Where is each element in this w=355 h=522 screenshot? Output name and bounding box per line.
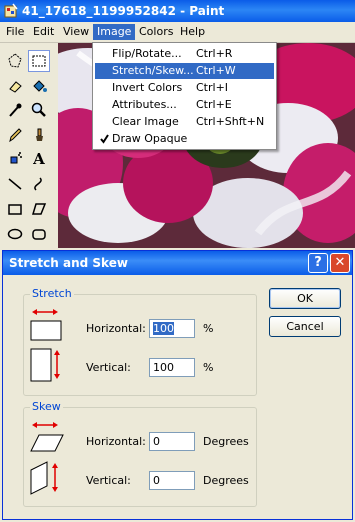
checkmark-icon <box>100 134 109 144</box>
select-icon[interactable] <box>28 50 50 72</box>
eraser-icon[interactable] <box>4 75 26 97</box>
text-icon[interactable]: A <box>28 148 50 170</box>
menu-flip-rotate[interactable]: Flip/Rotate... Ctrl+R <box>95 46 274 62</box>
skew-vertical-icon <box>30 461 58 495</box>
stretch-horizontal-label: Horizontal: <box>86 322 146 335</box>
stretch-vertical-unit: % <box>203 361 214 374</box>
menu-stretch-skew[interactable]: Stretch/Skew... Ctrl+W <box>95 63 274 79</box>
skew-group-label: Skew <box>30 400 63 413</box>
stretch-horizontal-input[interactable]: 100 <box>149 319 195 338</box>
stretch-vertical-label: Vertical: <box>86 361 131 374</box>
menu-colors[interactable]: Colors <box>135 24 177 40</box>
stretch-horizontal-icon <box>30 309 62 341</box>
menu-attributes[interactable]: Attributes... Ctrl+E <box>95 97 274 113</box>
skew-group: Skew Horizontal: 0 Degrees Vertical: 0 D… <box>23 400 257 507</box>
pencil-icon[interactable] <box>4 124 26 146</box>
stretch-skew-dialog: Stretch and Skew ? ✕ Stretch Horizontal:… <box>2 250 353 520</box>
fill-icon[interactable] <box>28 75 50 97</box>
menu-bar: File Edit View Image Colors Help <box>0 22 355 43</box>
close-icon: ✕ <box>334 255 346 270</box>
line-icon[interactable] <box>4 173 26 195</box>
magnifier-icon[interactable] <box>28 99 50 121</box>
dialog-title: Stretch and Skew <box>9 256 128 270</box>
menu-invert-colors[interactable]: Invert Colors Ctrl+I <box>95 80 274 96</box>
menu-edit[interactable]: Edit <box>29 24 58 40</box>
rectangle-icon[interactable] <box>4 198 26 220</box>
rounded-rect-icon[interactable] <box>28 223 50 245</box>
stretch-horizontal-unit: % <box>203 322 214 335</box>
curve-icon[interactable] <box>28 173 50 195</box>
color-picker-icon[interactable] <box>4 99 26 121</box>
menu-help[interactable]: Help <box>176 24 209 40</box>
paint-app-icon <box>4 3 18 18</box>
free-select-icon[interactable] <box>4 50 26 72</box>
skew-vertical-input[interactable]: 0 <box>149 471 195 490</box>
ellipse-icon[interactable] <box>4 223 26 245</box>
stretch-vertical-input[interactable]: 100 <box>149 358 195 377</box>
skew-horizontal-input[interactable]: 0 <box>149 432 195 451</box>
menu-image[interactable]: Image <box>93 24 136 40</box>
brush-icon[interactable] <box>28 124 50 146</box>
skew-vertical-label: Vertical: <box>86 474 131 487</box>
help-button[interactable]: ? <box>308 253 328 273</box>
image-menu-dropdown: Flip/Rotate... Ctrl+R Stretch/Skew... Ct… <box>92 42 277 150</box>
menu-draw-opaque[interactable]: Draw Opaque <box>95 131 274 147</box>
menu-file[interactable]: File <box>2 24 28 40</box>
menu-view[interactable]: View <box>59 24 93 40</box>
tool-box: A <box>0 43 56 248</box>
skew-vertical-unit: Degrees <box>203 474 249 487</box>
menu-clear-image[interactable]: Clear Image Ctrl+Shft+N <box>95 114 274 130</box>
polygon-icon[interactable] <box>28 198 50 220</box>
skew-horizontal-label: Horizontal: <box>86 435 146 448</box>
skew-horizontal-unit: Degrees <box>203 435 249 448</box>
skew-horizontal-icon <box>30 422 64 452</box>
dialog-title-bar[interactable]: Stretch and Skew ? ✕ <box>3 251 352 275</box>
cancel-button[interactable]: Cancel <box>269 316 341 337</box>
window-title-bar[interactable]: 41_17618_1199952842 - Paint <box>0 0 355 22</box>
stretch-group: Stretch Horizontal: 100 % Vertical: 100 … <box>23 287 257 396</box>
close-button[interactable]: ✕ <box>330 253 350 273</box>
window-title: 41_17618_1199952842 - Paint <box>22 4 225 18</box>
stretch-vertical-icon <box>30 348 60 382</box>
help-icon: ? <box>314 255 322 270</box>
ok-button[interactable]: OK <box>269 288 341 309</box>
airbrush-icon[interactable] <box>4 148 26 170</box>
stretch-group-label: Stretch <box>30 287 74 300</box>
